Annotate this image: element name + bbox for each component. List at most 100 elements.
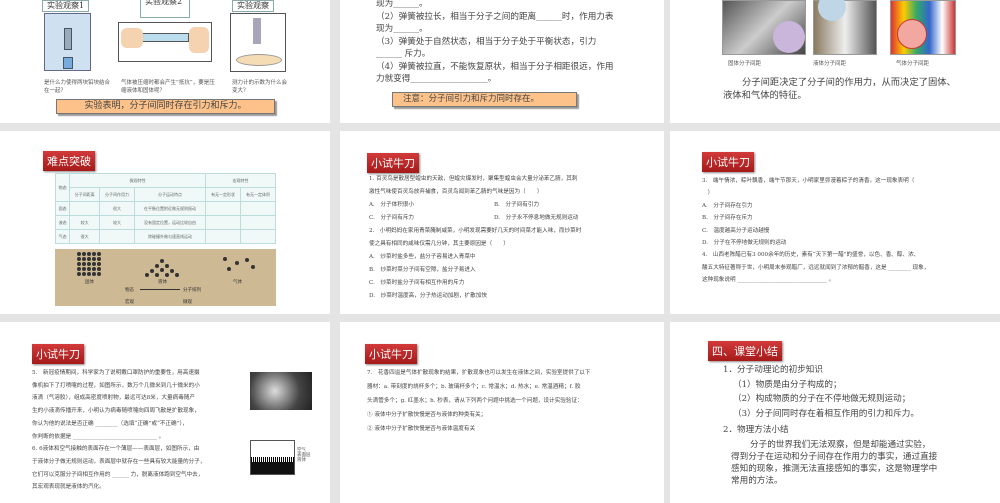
diagram-bottom-left: 宏观 bbox=[125, 300, 134, 305]
molecule-arrangement-diagram: 固体 液体 气体 物态 分子排列 宏观 微观 bbox=[55, 249, 276, 306]
text-line: 你判断的依据是 ______________________________ 。 bbox=[32, 433, 165, 440]
table-header: 分子间距离 bbox=[69, 187, 100, 202]
surface-layer-figure bbox=[250, 440, 295, 475]
state-liquid: 液体 bbox=[158, 280, 167, 285]
diagram-right: 分子排列 bbox=[183, 288, 201, 293]
figure-label-liquid: 液体 bbox=[297, 458, 306, 463]
cell bbox=[240, 215, 276, 230]
slide-thumbnail-9[interactable]: 四、课堂小结 1．分子动理论的初步知识 （1）物质是由分子构成的； （2）构成物… bbox=[670, 322, 1000, 503]
cell bbox=[205, 215, 242, 230]
gas-image bbox=[890, 0, 956, 55]
text-line: 7. 花香四溢是气体扩散现象的结果，扩散现象也可以发生在液体之间，实验室提供了以… bbox=[367, 370, 591, 376]
text-line: 现为______。 bbox=[376, 0, 428, 9]
cell: 除碰撞外做匀速直线运动 bbox=[133, 229, 207, 244]
option: B. 分子间有引力 bbox=[494, 202, 540, 208]
text-line: ① 液体中分子扩散快慢是否与液体的种类有关； bbox=[367, 412, 487, 418]
summary-item: （1）物质是由分子构成的； bbox=[733, 379, 842, 390]
option: D. 分子永不停息地做无规则运动 bbox=[494, 215, 579, 221]
molecule-dot bbox=[155, 273, 159, 277]
question-5-6: 5. 新冠疫情期间，科学家为了说明戴口罩防护的重要性，用高速摄 像机拍下了打喷嚏… bbox=[32, 367, 205, 494]
slide-thumbnail-7[interactable]: 小试牛刀 5. 新冠疫情期间，科学家为了说明戴口罩防护的重要性，用高速摄 像机拍… bbox=[0, 322, 330, 503]
cell: 在平衡位置附近做无规则振动 bbox=[133, 201, 207, 216]
table-header: 微观特性 bbox=[69, 173, 207, 188]
molecule-dot bbox=[77, 257, 81, 261]
section-label: 小试牛刀 bbox=[32, 344, 84, 364]
caption-gas: 气体分子间距 bbox=[896, 61, 930, 67]
table-header: 有无一定体积 bbox=[240, 187, 276, 202]
text-line: 3. 端午情浓，粽叶飘香，端午节那天，小明家里弥漫着粽子的清香，这一现象表明（ bbox=[702, 178, 915, 184]
summary-content: 1．分子动理论的初步知识 （1）物质是由分子构成的； （2）构成物质的分子在不停… bbox=[723, 363, 919, 438]
text-line: 你认为他的说法是否正确 ________（选填“正确”或“不正确”）， bbox=[32, 420, 188, 427]
molecule-dot bbox=[160, 268, 164, 272]
molecule-dot bbox=[227, 267, 231, 271]
question-3-4: 3. 端午情浓，粽叶飘香，端午节那天，小明家里弥漫着粽子的清香，这一现象表明（ … bbox=[702, 175, 929, 287]
text-line: 像机拍下了打喷嚏的过程，如图所示，数万个几微米到几十微米的小 bbox=[32, 382, 200, 389]
text-line: 6. 6液体和空气接触的表面存在一个薄层——表面层，如图所示，由 bbox=[32, 446, 200, 453]
diagram-bottom-right: 微观 bbox=[183, 300, 192, 305]
molecule-dot bbox=[77, 267, 81, 271]
slide-thumbnail-1[interactable]: 实验观察1 实验观察2 实验观察 是什么力使得两块铅块结合在一起？ 气体被压缩时… bbox=[0, 0, 330, 123]
table-row: 气态 很大 除碰撞外做匀速直线运动 bbox=[54, 229, 276, 244]
text-line: 现为______。 bbox=[376, 24, 428, 34]
cell bbox=[240, 201, 276, 216]
cell: 很大 bbox=[98, 201, 135, 216]
molecule-dot bbox=[175, 273, 179, 277]
text-line: （2）弹簧被拉长，相当于分子之间的距离______时，作用力表 bbox=[376, 11, 614, 22]
states-table: 物态 微观特性 宏观特性 分子间距离 分子间作用力 分子运动特点 有无一定形状 有无一定体积… bbox=[54, 173, 276, 244]
cell: 液态 bbox=[54, 215, 71, 230]
syringe-image bbox=[118, 22, 212, 62]
option: C. 分子间有斥力 bbox=[369, 215, 415, 221]
molecule-dot bbox=[82, 272, 86, 276]
cell: 较大 bbox=[69, 215, 100, 230]
molecule-dot bbox=[235, 261, 239, 265]
molecule-dot bbox=[97, 272, 101, 276]
text-line: ______ 斥力。 bbox=[376, 49, 431, 59]
text-line: ） bbox=[702, 190, 714, 197]
molecule-dot bbox=[97, 257, 101, 261]
molecule-dot bbox=[150, 269, 154, 273]
cell: 固态 bbox=[54, 201, 71, 216]
cell bbox=[240, 229, 276, 244]
text-line: （3）弹簧处于自然状态，相当于分子处于平衡状态，引力 bbox=[376, 36, 597, 47]
spring-analogy-text: 现为______。 （2）弹簧被拉长，相当于分子之间的距离______时，作用力… bbox=[376, 0, 614, 86]
molecule-dot bbox=[97, 262, 101, 266]
text-line: B. 分子间存在斥力 bbox=[702, 215, 753, 222]
cell bbox=[98, 229, 135, 244]
option: B. 炒菜时菜分子间有空隙，盐分子易进入 bbox=[369, 267, 476, 273]
slide-thumbnail-4[interactable]: 难点突破 物态 微观特性 宏观特性 分子间距离 分子间作用力 分子运动特点 有无一定形状有… bbox=[0, 131, 330, 314]
molecule-dot bbox=[87, 252, 91, 256]
text-line: 于液体分子做无规则运动，表面层中就存在一些具有较大能量的分子， bbox=[32, 458, 206, 465]
text-line: 4. 山西老陈醋已有3 000余年的历史，素有“天下第一醋”的盛誉，以色、香、醇… bbox=[702, 252, 920, 259]
text-line: 2. 小明妈妈在家用青菜腌制咸菜，小明发现需要好几天的时间菜才能入味，而炒菜时 bbox=[369, 228, 582, 234]
cell: 气态 bbox=[54, 229, 71, 244]
section-label: 小试牛刀 bbox=[702, 152, 754, 172]
table-header: 分子运动特点 bbox=[133, 187, 207, 202]
caption-solid: 固体分子间距 bbox=[728, 61, 762, 67]
molecule-dot bbox=[97, 267, 101, 271]
text-line: 器材：a. 带刻度的烧杯多个；b. 玻璃杯多个；c. 常温水；d. 热水；e. … bbox=[367, 384, 581, 390]
molecule-dot bbox=[170, 269, 174, 273]
molecule-dot bbox=[77, 272, 81, 276]
slide-thumbnail-6[interactable]: 小试牛刀 3. 端午情浓，粽叶飘香，端午节那天，小明家里弥漫着粽子的清香，这一现… bbox=[670, 131, 1000, 314]
molecule-dot bbox=[92, 252, 96, 256]
molecule-dot bbox=[92, 262, 96, 266]
summary-item: （2）构成物质的分子在不停地做无规则运动； bbox=[733, 394, 911, 404]
text-line: 激性气味使百灵鸟放弃捕食，百灵鸟闻到苯乙腈的气味是因为（ ） bbox=[369, 189, 543, 195]
molecule-dot bbox=[92, 267, 96, 271]
molecule-dot bbox=[160, 259, 164, 263]
observation-label-3: 实验观察 bbox=[232, 0, 274, 12]
solid-image bbox=[722, 0, 806, 55]
cell: 很大 bbox=[69, 229, 100, 244]
text-line: 1. 百灵鸟是散居型蝗虫的天敌，但蝗灾爆发时，聚集型蝗虫会大量分泌苯乙腈，其刺 bbox=[369, 176, 578, 182]
slide-thumbnail-3[interactable]: 固体分子间距 液体分子间距 气体分子间距 分子间距决定了分子间的作用力，从而决定… bbox=[670, 0, 1000, 123]
molecule-dot bbox=[92, 272, 96, 276]
slide-thumbnail-8[interactable]: 小试牛刀 7. 花香四溢是气体扩散现象的结果，扩散现象也可以发生在液体之间，实验… bbox=[340, 322, 664, 503]
molecule-dot bbox=[165, 273, 169, 277]
cell bbox=[205, 201, 242, 216]
slide-thumbnail-2[interactable]: 现为______。 （2）弹簧被拉长，相当于分子之间的距离______时，作用力… bbox=[340, 0, 664, 123]
molecule-dot bbox=[77, 262, 81, 266]
option: C. 炒菜时盐分子间有相互作用的斥力 bbox=[369, 280, 465, 286]
slide-thumbnail-5[interactable]: 小试牛刀 1. 百灵鸟是散居型蝗虫的天敌，但蝗灾爆发时，聚集型蝗虫会大量分泌苯乙… bbox=[340, 131, 664, 314]
conclusion-paragraph: 分子间距决定了分子间的作用力，从而决定了固体、液体和气体的特征。 bbox=[723, 77, 956, 101]
section-label: 难点突破 bbox=[43, 151, 95, 171]
